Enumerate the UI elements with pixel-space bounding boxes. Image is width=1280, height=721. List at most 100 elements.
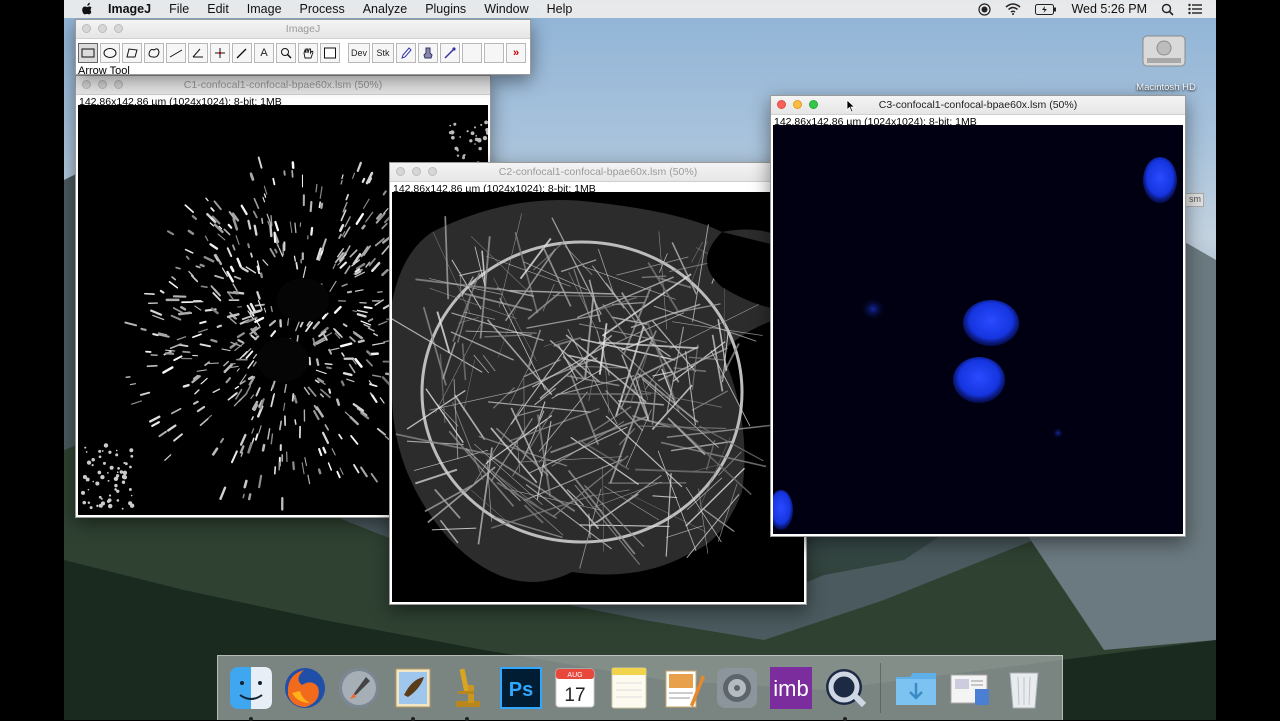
svg-text:imb: imb: [773, 676, 808, 701]
status-bar: Arrow Tool: [76, 65, 530, 77]
minimize-button[interactable]: [412, 167, 421, 176]
fiji-microscope-icon[interactable]: [444, 665, 490, 711]
menu-analyze[interactable]: Analyze: [363, 2, 407, 16]
firefox-icon[interactable]: [282, 665, 328, 711]
minimize-button[interactable]: [98, 24, 107, 33]
nuclei-image: [773, 125, 1183, 534]
c3-image-window: C3-confocal1-confocal-bpae60x.lsm (50%) …: [770, 95, 1186, 537]
nucleus: [773, 490, 793, 530]
minimize-button[interactable]: [793, 100, 802, 109]
quicktime-icon[interactable]: [822, 665, 868, 711]
menu-help[interactable]: Help: [547, 2, 573, 16]
menu-process[interactable]: Process: [300, 2, 345, 16]
close-button[interactable]: [777, 100, 786, 109]
c1-title: C1-confocal1-confocal-bpae60x.lsm (50%): [184, 79, 382, 91]
close-button[interactable]: [82, 24, 91, 33]
zoom-button[interactable]: [428, 167, 437, 176]
close-button[interactable]: [396, 167, 405, 176]
more-tools-button[interactable]: »: [506, 43, 526, 63]
line-tool-icon[interactable]: [166, 43, 186, 63]
empty-tool-slot-1[interactable]: [462, 43, 482, 63]
notes-icon[interactable]: [606, 665, 652, 711]
oval-tool-icon[interactable]: [100, 43, 120, 63]
screen-record-icon[interactable]: [978, 3, 991, 16]
macintosh-hd-label: Macintosh HD: [1130, 82, 1202, 93]
letterbox-left: [0, 0, 64, 720]
text-tool-icon[interactable]: A: [254, 43, 274, 63]
window-controls: [777, 100, 825, 109]
imb-app-icon[interactable]: imb: [768, 665, 814, 711]
brush-tool-icon[interactable]: [418, 43, 438, 63]
app-menu-imagej[interactable]: ImageJ: [108, 2, 151, 16]
menubar-clock[interactable]: Wed 5:26 PM: [1071, 2, 1147, 16]
menu-plugins[interactable]: Plugins: [425, 2, 466, 16]
wifi-icon[interactable]: [1005, 3, 1021, 15]
polygon-tool-icon[interactable]: [122, 43, 142, 63]
window-controls: [396, 167, 444, 176]
c2-image-canvas[interactable]: [392, 192, 804, 602]
battery-icon[interactable]: [1035, 4, 1057, 15]
rectangle-tool-icon[interactable]: [78, 43, 98, 63]
document-stack-icon[interactable]: [947, 665, 993, 711]
c3-title-bar[interactable]: C3-confocal1-confocal-bpae60x.lsm (50%): [771, 96, 1185, 115]
color-picker-tool-icon[interactable]: [320, 43, 340, 63]
nucleus: [963, 300, 1019, 346]
window-controls: [82, 80, 130, 89]
launchpad-icon[interactable]: [336, 665, 382, 711]
spotlight-icon[interactable]: [1161, 3, 1174, 16]
nucleus: [1143, 157, 1177, 203]
c1-title-bar[interactable]: C1-confocal1-confocal-bpae60x.lsm (50%): [76, 76, 490, 95]
scroll-hand-icon[interactable]: [298, 43, 318, 63]
point-tool-icon[interactable]: [210, 43, 230, 63]
c3-title: C3-confocal1-confocal-bpae60x.lsm (50%): [879, 99, 1077, 111]
trash-icon[interactable]: [1001, 665, 1047, 711]
mouse-cursor-icon: [846, 99, 856, 118]
mail-icon[interactable]: [390, 665, 436, 711]
imagej-title: ImageJ: [286, 23, 320, 35]
system-preferences-icon[interactable]: [714, 665, 760, 711]
finder-icon[interactable]: [228, 665, 274, 711]
nucleus: [953, 357, 1005, 403]
dev-menu-button[interactable]: Dev: [348, 43, 370, 63]
background-window-text: sm: [1189, 194, 1201, 204]
freehand-tool-icon[interactable]: [144, 43, 164, 63]
c2-title-bar[interactable]: C2-confocal1-confocal-bpae60x.lsm (50%): [390, 163, 806, 182]
pages-icon[interactable]: [660, 665, 706, 711]
menu-file[interactable]: File: [169, 2, 189, 16]
zoom-button[interactable]: [809, 100, 818, 109]
zoom-button[interactable]: [114, 80, 123, 89]
close-button[interactable]: [82, 80, 91, 89]
magnifying-glass-icon[interactable]: [276, 43, 296, 63]
tool-row: A Dev Stk »: [76, 39, 530, 65]
svg-text:17: 17: [564, 685, 585, 706]
dock: Ps AUG 17 imb: [217, 655, 1063, 720]
apple-menu-icon[interactable]: [80, 0, 94, 18]
dock-separator: [880, 663, 881, 713]
hard-drive-icon[interactable]: [1141, 28, 1187, 79]
calendar-icon[interactable]: AUG 17: [552, 665, 598, 711]
wand-tool-icon[interactable]: [232, 43, 252, 63]
minimize-button[interactable]: [98, 80, 107, 89]
imagej-toolbar-window: ImageJ A Dev Stk » Arrow Tool: [75, 19, 531, 75]
pencil-tool-icon[interactable]: [396, 43, 416, 63]
menu-image[interactable]: Image: [247, 2, 282, 16]
empty-tool-slot-2[interactable]: [484, 43, 504, 63]
c3-image-canvas[interactable]: [773, 125, 1183, 534]
notification-center-icon[interactable]: [1188, 3, 1202, 15]
window-controls: [82, 24, 130, 33]
imagej-title-bar[interactable]: ImageJ: [76, 20, 530, 39]
svg-text:Ps: Ps: [509, 679, 533, 701]
menu-window[interactable]: Window: [484, 2, 528, 16]
dropper-tool-icon[interactable]: [440, 43, 460, 63]
actin-image: [392, 192, 804, 602]
photoshop-icon[interactable]: Ps: [498, 665, 544, 711]
faint-nucleus: [860, 297, 886, 321]
zoom-button[interactable]: [114, 24, 123, 33]
letterbox-right: [1216, 0, 1280, 720]
stk-menu-button[interactable]: Stk: [372, 43, 394, 63]
c2-image-window: C2-confocal1-confocal-bpae60x.lsm (50%) …: [389, 162, 807, 605]
menu-edit[interactable]: Edit: [207, 2, 229, 16]
svg-text:AUG: AUG: [567, 672, 582, 679]
angle-tool-icon[interactable]: [188, 43, 208, 63]
downloads-folder-icon[interactable]: [893, 665, 939, 711]
